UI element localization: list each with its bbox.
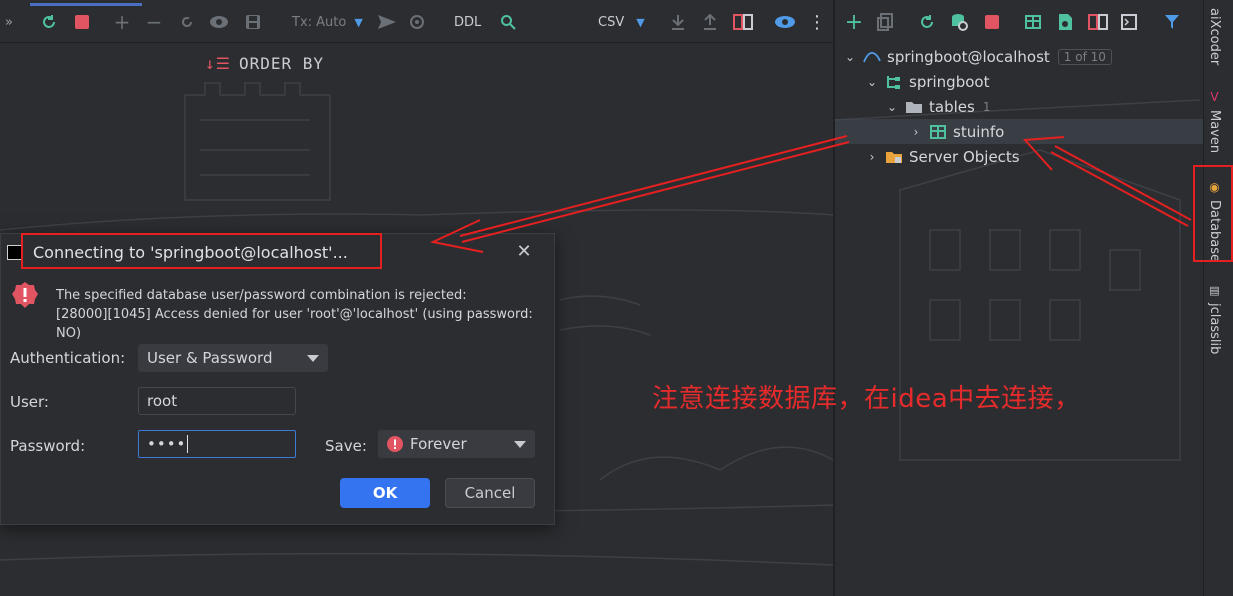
revert-icon[interactable] — [178, 12, 196, 32]
user-field[interactable]: root — [138, 387, 296, 415]
error-line-1: The specified database user/password com… — [56, 288, 467, 303]
annotation-note: 注意连接数据库，在idea中去连接， — [652, 384, 1081, 414]
user-value: root — [147, 392, 178, 410]
annotation-box-dialog-title — [21, 233, 382, 269]
save-label: Save: — [325, 437, 367, 455]
annotation-box-database-tab — [1193, 165, 1233, 262]
folder-icon — [905, 99, 923, 115]
connection-badge: 1 of 10 — [1057, 48, 1112, 65]
save-select[interactable]: Forever — [378, 430, 535, 458]
tables-folder-name: tables — [929, 97, 975, 116]
error-line-2: [28000][1045] Access denied for user 'ro… — [56, 307, 533, 341]
mysql-icon — [863, 49, 881, 65]
sort-icon: ↓☰ — [205, 54, 231, 73]
error-icon — [12, 282, 38, 308]
tab-aixcoder[interactable]: aiXcoder — [1207, 8, 1222, 65]
app-logo-icon — [7, 245, 22, 260]
download-icon[interactable] — [670, 12, 686, 32]
db-properties-icon[interactable] — [950, 12, 968, 32]
remove-row-icon[interactable]: − — [146, 10, 163, 34]
export-format-select[interactable]: CSV ▼ — [598, 12, 645, 32]
schema-name: springboot — [909, 72, 990, 91]
tree-item-table[interactable]: › stuinfo — [835, 119, 1233, 144]
chevron-down-icon: ▼ — [354, 15, 363, 29]
chevron-down-icon[interactable]: ⌄ — [843, 50, 857, 64]
table-icon — [929, 124, 947, 140]
tree-item-tables[interactable]: ⌄ tables 1 — [835, 94, 1233, 119]
auth-select[interactable]: User & Password — [138, 344, 328, 372]
table-editor-icon[interactable] — [1024, 12, 1042, 32]
tab-aixcoder-label: aiXcoder — [1207, 8, 1222, 66]
error-message: The specified database user/password com… — [56, 286, 554, 343]
chevron-right-icon[interactable]: › — [865, 150, 879, 164]
warning-icon — [387, 436, 403, 452]
sql-file-icon[interactable] — [1056, 12, 1074, 32]
table-name: stuinfo — [953, 122, 1005, 141]
view-eye-icon[interactable] — [209, 12, 229, 32]
copy-icon[interactable] — [876, 12, 894, 32]
order-by-label: ORDER BY — [238, 54, 325, 73]
search-icon[interactable] — [499, 12, 517, 32]
chevron-down-icon — [307, 355, 319, 362]
active-tab-indicator — [30, 3, 142, 6]
tree-item-schema[interactable]: ⌄ springboot — [835, 69, 1229, 94]
add-datasource-icon[interactable]: + — [845, 10, 863, 35]
compare-icon[interactable] — [733, 12, 753, 32]
save-icon[interactable] — [244, 12, 262, 32]
eye-icon[interactable] — [774, 12, 796, 32]
chevron-down-icon[interactable]: ⌄ — [865, 75, 879, 89]
chevron-down-icon[interactable]: ⌄ — [885, 100, 899, 114]
tree-item-server-objects[interactable]: › Server Objects — [835, 144, 1229, 169]
history-icon[interactable] — [408, 12, 426, 32]
chevron-down-icon — [514, 441, 526, 448]
connection-name: springboot@localhost — [887, 47, 1050, 66]
stop-icon[interactable] — [74, 12, 90, 32]
save-value: Forever — [410, 435, 467, 453]
more-options-icon[interactable]: ⋮ — [808, 12, 826, 33]
chevron-down-icon: ▼ — [636, 15, 645, 29]
tree-item-connection[interactable]: ⌄ springboot@localhost 1 of 10 — [835, 44, 1207, 69]
tab-maven-label: Maven — [1207, 110, 1222, 154]
server-objects-name: Server Objects — [909, 147, 1020, 166]
tab-jclasslib-label: jclasslib — [1207, 303, 1222, 355]
close-icon[interactable]: ✕ — [515, 241, 533, 262]
tables-count: 1 — [982, 99, 991, 114]
tx-mode-label: Tx: Auto — [292, 14, 347, 30]
tab-maven[interactable]: ᐯ Maven — [1207, 90, 1222, 153]
auth-value: User & Password — [147, 349, 273, 367]
text-cursor — [187, 435, 189, 453]
maven-icon: ᐯ — [1207, 90, 1222, 104]
password-label: Password: — [10, 437, 86, 455]
auth-label: Authentication: — [10, 349, 126, 367]
password-field[interactable]: •••• — [138, 430, 296, 458]
refresh-icon[interactable] — [918, 12, 936, 32]
compare-icon[interactable] — [1088, 12, 1108, 32]
ddl-button[interactable]: DDL — [454, 12, 481, 32]
expand-chevrons-icon[interactable]: » — [2, 12, 16, 32]
ok-button[interactable]: OK — [340, 478, 430, 508]
export-format-label: CSV — [598, 14, 625, 30]
jclasslib-icon: ▤ — [1208, 284, 1221, 297]
tx-mode-select[interactable]: Tx: Auto ▼ — [292, 12, 363, 32]
refresh-icon[interactable] — [40, 12, 58, 32]
add-row-icon[interactable]: + — [114, 10, 131, 34]
upload-icon[interactable] — [702, 12, 718, 32]
connection-dialog: Connecting to 'springboot@localhost'... … — [0, 233, 555, 525]
password-value: •••• — [147, 435, 187, 453]
server-folder-icon — [885, 149, 903, 165]
filter-icon[interactable] — [1164, 12, 1180, 32]
schema-icon — [885, 74, 903, 90]
database-tree: ⌄ springboot@localhost 1 of 10 ⌄ springb… — [835, 44, 1233, 596]
order-by-header: ↓☰ ORDER BY — [205, 54, 324, 73]
cancel-button[interactable]: Cancel — [445, 478, 535, 508]
disconnect-icon[interactable] — [984, 12, 1000, 32]
console-icon[interactable] — [1120, 12, 1138, 32]
user-label: User: — [10, 393, 49, 411]
submit-arrow-icon[interactable] — [376, 12, 398, 32]
chevron-right-icon[interactable]: › — [909, 125, 923, 139]
tab-jclasslib[interactable]: ▤ jclasslib — [1207, 284, 1222, 354]
